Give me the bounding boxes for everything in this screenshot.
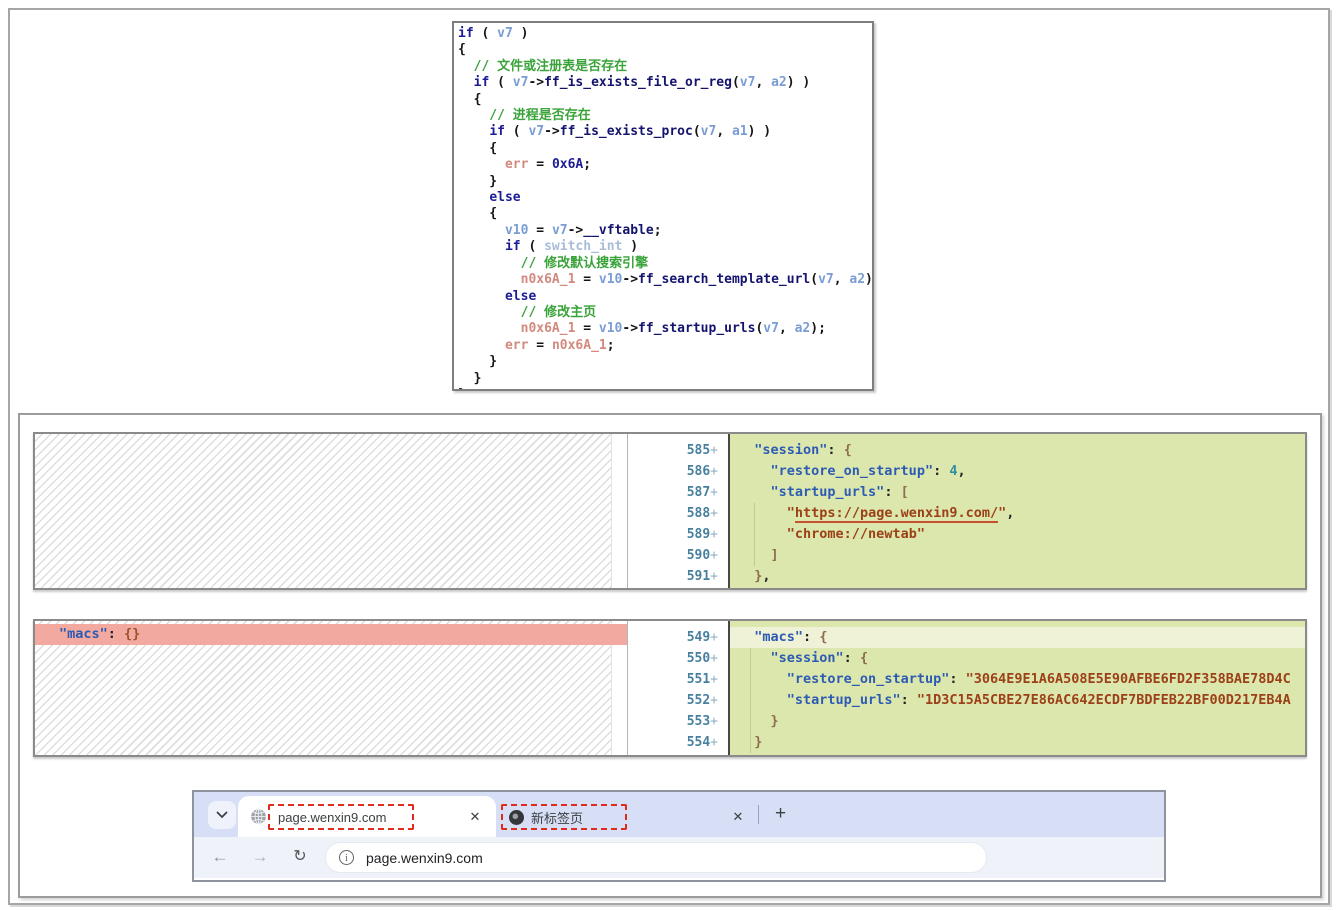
browser-window: page.wenxin9.com ✕ 新标签页 ✕ + ← → ↻ i page… [192, 790, 1166, 882]
diff-row: "session": { [730, 440, 1305, 461]
diff-row: } [730, 711, 1305, 732]
diff-added-lines: "session": { "restore_on_startup": 4, "s… [728, 434, 1305, 588]
chevron-down-icon [216, 811, 228, 819]
code-line: if ( v7 ) [458, 26, 868, 42]
diff-line-numbers: 549+550+551+552+553+554+ [628, 621, 728, 755]
globe-icon [250, 808, 267, 825]
code-line: { [458, 92, 868, 108]
tab-label: page.wenxin9.com [278, 810, 386, 825]
address-bar[interactable]: i page.wenxin9.com [326, 843, 986, 872]
tab-close-button[interactable]: ✕ [729, 808, 747, 826]
diff-row: "startup_urls": "1D3C15A5CBE27E86AC642EC… [730, 690, 1305, 711]
code-line: } [458, 371, 868, 387]
line-number: 591+ [628, 566, 728, 587]
diff-row: "restore_on_startup": 4, [730, 461, 1305, 482]
code-line: // 进程是否存在 [458, 108, 868, 124]
diff-left-panel-empty [35, 434, 628, 588]
line-number: 549+ [628, 627, 728, 648]
code-line: { [458, 141, 868, 157]
diff-added-lines: "macs": { "session": { "restore_on_start… [728, 621, 1305, 755]
diff-block-macs: "macs": {} 549+550+551+552+553+554+ "mac… [33, 619, 1307, 757]
line-number: 553+ [628, 711, 728, 732]
code-line: } [458, 174, 868, 190]
tab-search-button[interactable] [208, 801, 236, 829]
code-line: err = n0x6A_1; [458, 338, 868, 354]
code-line: // 修改主页 [458, 305, 868, 321]
indent-guide [754, 503, 755, 566]
info-icon[interactable]: i [339, 850, 354, 865]
code-line: // 修改默认搜索引擎 [458, 256, 868, 272]
code-line: n0x6A_1 = v10->ff_startup_urls(v7, a2); [458, 321, 868, 337]
back-button[interactable]: ← [206, 843, 234, 871]
pseudocode-panel: if ( v7 ){ // 文件或注册表是否存在 if ( v7->ff_is_… [452, 21, 874, 391]
line-number: 587+ [628, 482, 728, 503]
screenshot-root: if ( v7 ){ // 文件或注册表是否存在 if ( v7->ff_is_… [0, 0, 1336, 910]
address-text: page.wenxin9.com [366, 850, 483, 866]
diff-removed-line: "macs": {} [35, 624, 627, 645]
code-line: { [458, 42, 868, 58]
tab-divider [758, 805, 759, 824]
pseudocode: if ( v7 ){ // 文件或注册表是否存在 if ( v7->ff_is_… [454, 23, 872, 391]
tab-close-button[interactable]: ✕ [466, 808, 484, 826]
reload-button[interactable]: ↻ [286, 843, 314, 871]
diff-line-numbers: 585+586+587+588+589+590+591+ [628, 434, 728, 588]
code-line: else [458, 289, 868, 305]
new-tab-button[interactable]: + [768, 802, 793, 827]
diff-row: "chrome://newtab" [730, 524, 1305, 545]
diff-block-session: 585+586+587+588+589+590+591+ "session": … [33, 432, 1307, 590]
diff-row: "restore_on_startup": "3064E9E1A6A508E5E… [730, 669, 1305, 690]
highlight-box: 新标签页 [501, 804, 627, 830]
line-number: 585+ [628, 440, 728, 461]
line-number: 589+ [628, 524, 728, 545]
diff-row: }, [730, 566, 1305, 587]
code-line: // 文件或注册表是否存在 [458, 59, 868, 75]
diff-left-margin [611, 434, 627, 588]
line-number: 554+ [628, 732, 728, 753]
code-line: err = 0x6A; [458, 157, 868, 173]
code-line: if ( switch_int ) [458, 239, 868, 255]
code-line: { [458, 206, 868, 222]
code-line: n0x6A_1 = v10->ff_search_template_url(v7… [458, 272, 868, 288]
browser-toolbar: ← → ↻ i page.wenxin9.com [194, 837, 1164, 878]
forward-button[interactable]: → [246, 843, 274, 871]
line-number: 586+ [628, 461, 728, 482]
line-number: 552+ [628, 690, 728, 711]
highlight-box: page.wenxin9.com [268, 804, 414, 830]
diff-row: } [730, 732, 1305, 753]
diff-row: "startup_urls": [ [730, 482, 1305, 503]
code-line: else [458, 190, 868, 206]
tab-label: 新标签页 [531, 808, 583, 827]
diff-row: "session": { [730, 648, 1305, 669]
indent-guide [750, 648, 751, 753]
chrome-icon [509, 810, 524, 825]
code-line: v10 = v7->__vftable; [458, 223, 868, 239]
tab-page-wenxin9[interactable]: page.wenxin9.com ✕ [238, 796, 496, 837]
code-line: if ( v7->ff_is_exists_file_or_reg(v7, a2… [458, 75, 868, 91]
line-number: 551+ [628, 669, 728, 690]
diff-row: ] [730, 545, 1305, 566]
tab-new-tab-page[interactable]: 新标签页 ✕ [499, 796, 755, 837]
line-number: 590+ [628, 545, 728, 566]
diff-row: "https://page.wenxin9.com/", [730, 503, 1305, 524]
diff-row: "macs": { [730, 627, 1305, 648]
line-number: 588+ [628, 503, 728, 524]
code-line: } [458, 387, 868, 391]
code-line: } [458, 354, 868, 370]
tab-strip: page.wenxin9.com ✕ 新标签页 ✕ + [194, 792, 1164, 837]
code-line: if ( v7->ff_is_exists_proc(v7, a1) ) [458, 124, 868, 140]
diff-left-panel-removed: "macs": {} [35, 621, 628, 755]
line-number: 550+ [628, 648, 728, 669]
